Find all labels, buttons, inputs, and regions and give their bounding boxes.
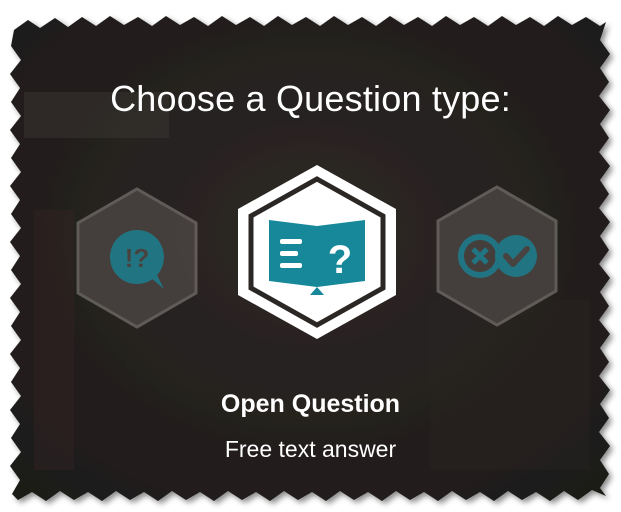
dialog-title: Choose a Question type: xyxy=(110,78,511,119)
svg-text:?: ? xyxy=(328,238,352,282)
question-type-option-open-question[interactable]: ? xyxy=(234,163,400,341)
selected-option-title: Open Question xyxy=(220,390,401,418)
svg-text:!?: !? xyxy=(125,243,150,273)
selected-option-subtitle: Free text answer xyxy=(224,436,397,462)
hexagon-frame: !? xyxy=(76,187,198,329)
question-type-dialog: Choose a Question type: !? ? Open Questi… xyxy=(0,0,621,512)
hexagon-frame-selected: ? xyxy=(238,165,396,339)
question-type-option-true-false[interactable] xyxy=(432,183,562,329)
hexagon-frame xyxy=(436,185,558,327)
question-type-option-prompt[interactable]: !? xyxy=(72,185,202,331)
